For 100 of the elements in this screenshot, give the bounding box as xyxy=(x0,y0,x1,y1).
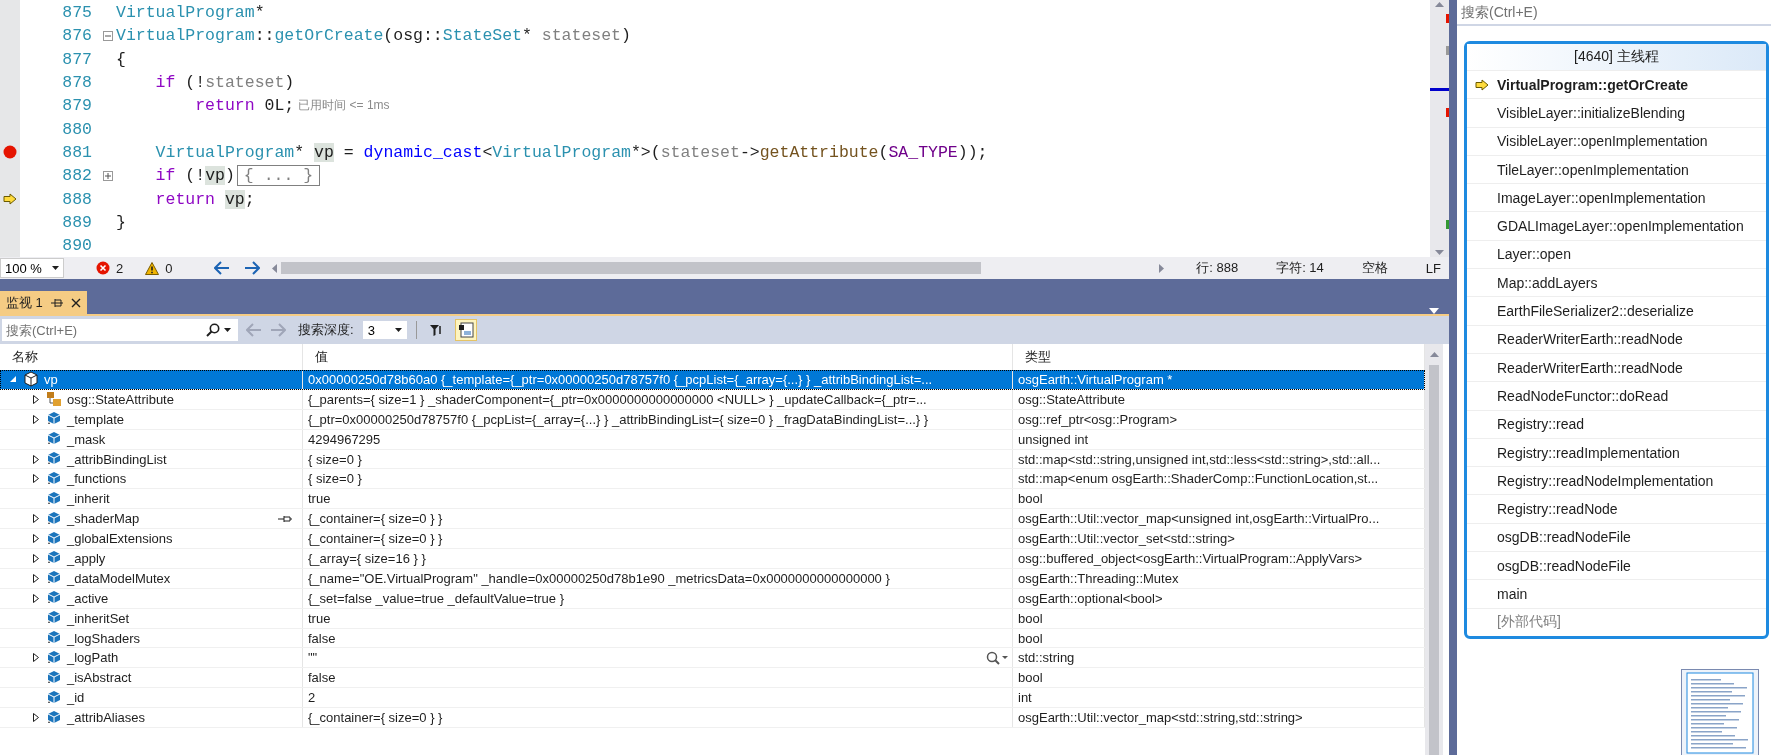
column-header[interactable]: 类型 xyxy=(1025,348,1051,366)
stack-frame[interactable]: Layer::open xyxy=(1467,239,1766,269)
column-header[interactable]: 值 xyxy=(315,348,328,366)
stack-frame[interactable]: Map::addLayers xyxy=(1467,268,1766,297)
search-field[interactable]: 搜索(Ctrl+E) xyxy=(2,319,202,341)
code-line: return vp; xyxy=(154,189,255,209)
stack-frame[interactable]: ImageLayer::openImplementation xyxy=(1467,183,1766,212)
stack-frame[interactable]: Registry::read xyxy=(1467,409,1766,438)
stack-frame[interactable]: VirtualProgram::getOrCreate xyxy=(1467,70,1766,99)
stack-frame[interactable]: ReadNodeFunctor::doRead xyxy=(1467,381,1766,410)
char-indicator[interactable]: 字符: 14 xyxy=(1276,259,1324,277)
search-options-button[interactable] xyxy=(202,319,238,341)
table-row[interactable]: _mask 4294967295 unsigned int xyxy=(0,429,1425,450)
whitespace-indicator[interactable]: 空格 xyxy=(1361,259,1388,277)
depth-dropdown[interactable]: 3 xyxy=(361,320,408,340)
stack-frame[interactable]: osgDB::readNodeFile xyxy=(1467,551,1766,580)
panel-menu-icon[interactable] xyxy=(1429,308,1439,314)
scroll-right-icon[interactable] xyxy=(1159,263,1165,273)
expand-icon[interactable] xyxy=(33,514,39,524)
error-count: 2 xyxy=(116,260,124,276)
expand-icon[interactable] xyxy=(33,414,39,424)
error-icon[interactable] xyxy=(96,261,110,275)
expand-icon[interactable] xyxy=(33,534,39,544)
close-icon[interactable] xyxy=(70,297,81,308)
line-number: 881 xyxy=(61,142,93,162)
warning-icon[interactable] xyxy=(145,261,160,275)
scroll-up-icon[interactable] xyxy=(1429,352,1439,357)
table-row[interactable]: _inheritSet true bool xyxy=(0,608,1425,629)
expand-icon[interactable] xyxy=(33,573,39,583)
type-text: osgEarth::Util::vector_set<std::string> xyxy=(1018,531,1235,547)
pin-icon[interactable] xyxy=(278,514,292,523)
table-row[interactable]: _inherit true bool xyxy=(0,489,1425,510)
expand-icon[interactable] xyxy=(33,653,39,663)
expand-icon[interactable] xyxy=(33,553,39,563)
stack-frame[interactable]: VisibleLayer::initializeBlending xyxy=(1467,98,1766,127)
expand-icon[interactable] xyxy=(33,474,39,484)
column-header[interactable]: 名称 xyxy=(12,348,38,366)
expand-icon[interactable] xyxy=(33,394,39,404)
collapse-icon[interactable] xyxy=(103,30,113,41)
table-row[interactable]: _shaderMap {_container={ size=0 } } osgEarth::Util::vector_map<unsigned int,osgEarth::VirtualPro... xyxy=(0,509,1425,530)
zoom-dropdown[interactable]: 100 % xyxy=(0,258,64,278)
value-text: {_container={ size=0 } } xyxy=(308,511,443,527)
type-text: bool xyxy=(1018,610,1043,626)
raw-view-icon xyxy=(457,322,474,338)
table-row[interactable]: _functions { size=0 } std::map<enum osgEarth::ShaderComp::FunctionLocation,st... xyxy=(0,469,1425,490)
watch-tab[interactable]: 监视 1 xyxy=(0,291,87,314)
table-row[interactable]: _attribBindingList { size=0 } std::map<std::string,unsigned int,std::less<std::string>,std::all... xyxy=(0,449,1425,470)
scroll-up-icon[interactable] xyxy=(1435,2,1444,7)
pin-icon[interactable] xyxy=(50,297,63,308)
table-row[interactable]: _template {_ptr=0x00000250d78757f0 {_pcpList={_array={...} } _attribBindingList={ size=0 } _fragDataBindingList=...} } osg::ref_ptr<osg::Program> xyxy=(0,409,1425,430)
back-arrow-icon[interactable] xyxy=(214,261,231,275)
caret-icon xyxy=(224,328,231,332)
stack-frame[interactable]: main xyxy=(1467,579,1766,608)
stack-frame[interactable]: EarthFileSerializer2::deserialize xyxy=(1467,296,1766,325)
expand-icon[interactable] xyxy=(33,454,39,464)
stack-frame[interactable]: GDALImageLayer::openImplementation xyxy=(1467,211,1766,240)
table-row[interactable]: _dataModelMutex {_name="OE.VirtualProgram" _handle=0x00000250d78b1e90 _metricsData=0x0000000000000000 } osgEarth::Threading::Mutex xyxy=(0,568,1425,589)
caret-icon xyxy=(52,266,59,270)
stack-frame[interactable]: VisibleLayer::openImplementation xyxy=(1467,126,1766,155)
stack-frame[interactable]: osgDB::readNodeFile xyxy=(1467,522,1766,552)
collapse-icon[interactable] xyxy=(9,375,17,384)
value-text: "" xyxy=(308,650,318,666)
value-text: false xyxy=(308,630,336,646)
stack-frame[interactable]: Registry::readNode xyxy=(1467,494,1766,523)
variable-name: _inherit xyxy=(67,491,110,507)
table-row[interactable]: _logShaders false bool xyxy=(0,628,1425,649)
stack-frame[interactable]: [外部代码] xyxy=(1467,607,1766,636)
table-row[interactable]: vp 0x00000250d78b60a0 {_template={_ptr=0x00000250d78757f0 {_pcpList={_array={...} } _attribBindingList=... osgEarth::VirtualProgram * xyxy=(0,370,1425,390)
breakpoint-icon[interactable] xyxy=(3,145,17,160)
stack-frame[interactable]: TileLayer::openImplementation xyxy=(1467,154,1766,184)
table-row[interactable]: _attribAliases {_container={ size=0 } } osgEarth::Util::vector_map<std::string,std::string> xyxy=(0,708,1425,729)
table-row[interactable]: _id 2 int xyxy=(0,688,1425,709)
scroll-left-icon[interactable] xyxy=(272,263,278,273)
code-line: return 0L; xyxy=(194,96,295,116)
table-row[interactable]: _isAbstract false bool xyxy=(0,668,1425,689)
table-row[interactable]: _globalExtensions {_container={ size=0 } } osgEarth::Util::vector_set<std::string> xyxy=(0,529,1425,549)
line-ending-indicator[interactable]: LF xyxy=(1425,260,1441,276)
expand-icon[interactable] xyxy=(33,713,39,723)
caret-icon xyxy=(394,328,402,332)
table-row[interactable]: _active {_set=false _value=true _defaultValue=true } osgEarth::optional<bool> xyxy=(0,588,1425,609)
value-text: {_container={ size=0 } } xyxy=(308,531,443,547)
table-row[interactable]: _apply {_array={ size=16 } } osg::buffered_object<osgEarth::VirtualProgram::ApplyVars> xyxy=(0,549,1425,569)
vertical-scrollbar[interactable] xyxy=(1430,0,1449,257)
expand-icon[interactable] xyxy=(33,593,39,603)
variable-name: _mask xyxy=(67,431,106,447)
horizontal-scrollbar[interactable] xyxy=(272,259,1165,277)
vertical-scrollbar[interactable] xyxy=(1425,344,1443,755)
raw-view-toggle[interactable] xyxy=(454,319,477,341)
line-indicator[interactable]: 行: 888 xyxy=(1196,259,1239,277)
scroll-down-icon[interactable] xyxy=(1435,250,1444,255)
magnifier-icon[interactable] xyxy=(986,650,1008,665)
stack-frame[interactable]: ReaderWriterEarth::readNode xyxy=(1467,324,1766,353)
stack-frame[interactable]: Registry::readNodeImplementation xyxy=(1467,466,1766,495)
table-row[interactable]: _logPath "" std::string xyxy=(0,648,1425,669)
stack-frame[interactable]: Registry::readImplementation xyxy=(1467,437,1766,467)
stack-frame[interactable]: ReaderWriterEarth::readNode xyxy=(1467,352,1766,382)
table-row[interactable]: osg::StateAttribute {_parents={ size=1 } _shaderComponent={_ptr=0x0000000000000000 <NULL> } _updateCallback={_ptr=... osg::StateAttribute xyxy=(0,389,1425,410)
forward-arrow-icon[interactable] xyxy=(244,261,261,275)
value-text: {_ptr=0x00000250d78757f0 {_pcpList={_array={...} } _attribBindingList={ size=0 } _fragDataBindingList=...} } xyxy=(308,411,929,427)
perf-tip[interactable]: 已用时间 <= 1ms xyxy=(298,97,390,115)
